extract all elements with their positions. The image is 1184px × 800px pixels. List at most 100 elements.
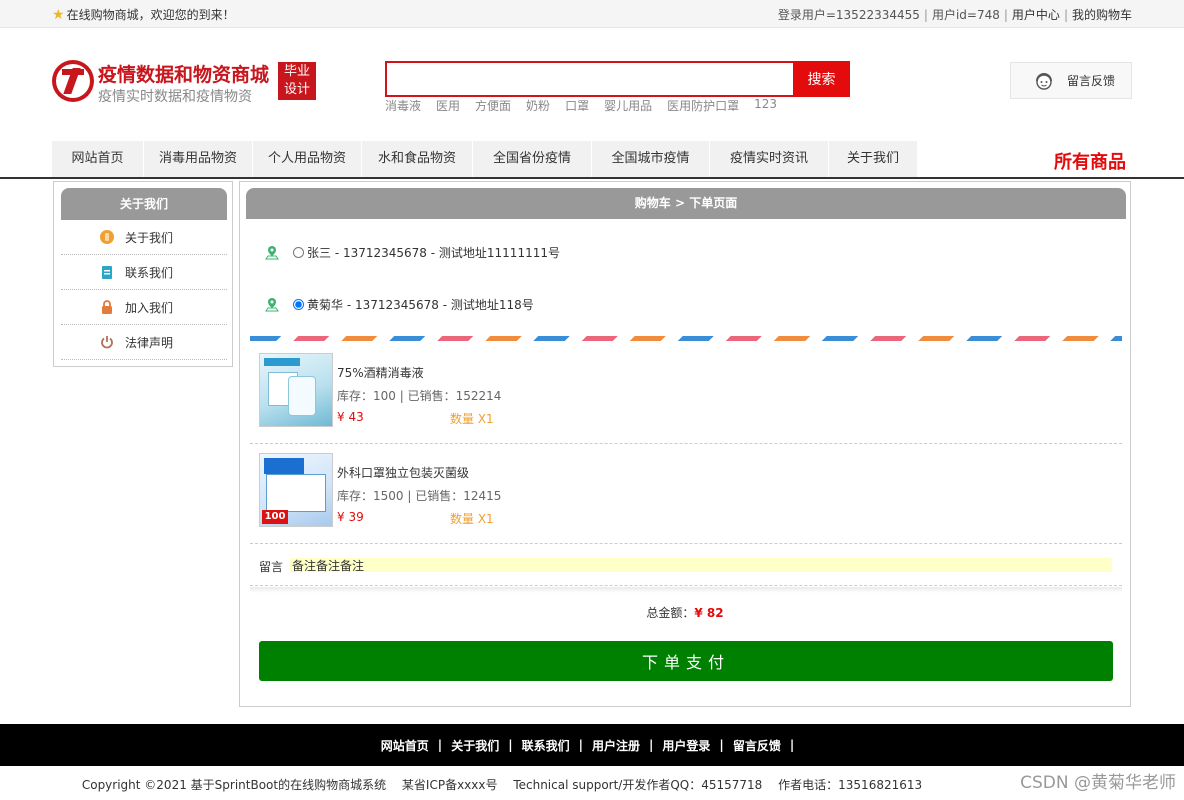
cart-product: 75%酒精消毒液 库存：100 | 已销售：152214 ¥ 43 数量 X1 xyxy=(250,344,1122,444)
logo-subtitle: 疫情实时数据和疫情物资 xyxy=(98,89,252,105)
sidebar-item-legal[interactable]: 法律声明 xyxy=(61,325,227,360)
lock-icon xyxy=(99,299,115,315)
welcome-text: ★ 在线购物商城，欢迎您的到来！ xyxy=(52,6,235,23)
phone-text: 作者电话：13516821613 xyxy=(778,778,923,792)
copyright-text: Copyright ©2021 基于SprintBoot的在线购物商城系统 xyxy=(81,778,387,792)
nav-item-home[interactable]: 网站首页 xyxy=(52,141,144,177)
clipboard-icon xyxy=(99,264,115,280)
search-input[interactable] xyxy=(385,61,795,97)
power-icon xyxy=(99,334,115,350)
sidebar-item-label: 联系我们 xyxy=(125,265,174,280)
support-text: Technical support/开发作者QQ：45157718 xyxy=(513,778,763,792)
logo-title: 疫情数据和物资商城 xyxy=(98,64,270,86)
section-shadow xyxy=(250,587,1122,593)
user-center-link[interactable]: 用户中心 xyxy=(1012,8,1060,22)
hotword-link[interactable]: 医用防护口罩 xyxy=(667,97,739,114)
top-bar: ★ 在线购物商城，欢迎您的到来！ 登录用户=13522334455 | 用户id=7… xyxy=(0,0,1184,28)
footer-nav: 网站首页 | 关于我们 | 联系我们 | 用户注册 | 用户登录 | 留言反馈 | xyxy=(0,724,1184,766)
cart-product: 100 外科口罩独立包装灭菌级 库存：1500 | 已销售：12415 ¥ 39… xyxy=(250,444,1122,544)
footer-link[interactable]: 用户登录 xyxy=(662,737,710,754)
hot-keywords: 消毒液 医用 方便面 奶粉 口罩 婴儿用品 医用防护口罩 123 xyxy=(385,97,792,114)
panel-title: 购物车 > 下单页面 xyxy=(246,188,1126,219)
hotword-link[interactable]: 婴儿用品 xyxy=(604,97,652,114)
login-user: 登录用户=13522334455 xyxy=(777,8,920,22)
product-stock: 库存：1500 | 已销售：12415 xyxy=(337,489,502,503)
product-stock: 库存：100 | 已销售：152214 xyxy=(337,389,502,403)
hotword-link[interactable]: 方便面 xyxy=(475,97,511,114)
address-radio[interactable] xyxy=(293,299,304,310)
location-pin-icon xyxy=(265,297,279,311)
hotword-link[interactable]: 123 xyxy=(754,97,777,114)
address-text: 黄菊华 - 13712345678 - 测试地址118号 xyxy=(307,298,534,312)
sidebar-item-contact[interactable]: 联系我们 xyxy=(61,255,227,290)
search-button[interactable]: 搜索 xyxy=(793,61,850,97)
nav-item-water-food[interactable]: 水和食品物资 xyxy=(362,141,473,177)
product-name[interactable]: 75%酒精消毒液 xyxy=(337,364,424,381)
location-pin-icon xyxy=(265,245,279,259)
main-nav: 网站首页 消毒用品物资 个人用品物资 水和食品物资 全国省份疫情 全国城市疫情 … xyxy=(52,141,918,177)
csdn-watermark: CSDN @黄菊华老师 xyxy=(1020,773,1176,793)
nav-item-disinfection[interactable]: 消毒用品物资 xyxy=(144,141,253,177)
site-logo[interactable]: 疫情数据和物资商城 疫情实时数据和疫情物资 毕业 设计 xyxy=(52,60,316,105)
place-order-pay-button[interactable]: 下单支付 xyxy=(259,641,1113,681)
user-links: 登录用户=13522334455 | 用户id=748 | 用户中心 | 我的购物车 xyxy=(777,8,1132,22)
note-input[interactable] xyxy=(290,558,1112,572)
nav-item-about[interactable]: 关于我们 xyxy=(829,141,918,177)
sidebar: 关于我们 关于我们 联系我们 加入我们 法律声明 xyxy=(53,181,233,367)
address-radio[interactable] xyxy=(293,247,304,258)
hotword-link[interactable]: 医用 xyxy=(436,97,460,114)
my-cart-link[interactable]: 我的购物车 xyxy=(1072,8,1132,22)
footer-link[interactable]: 用户注册 xyxy=(592,737,640,754)
nav-item-personal[interactable]: 个人用品物资 xyxy=(253,141,362,177)
sidebar-item-label: 关于我们 xyxy=(125,230,174,245)
address-text: 张三 - 13712345678 - 测试地址11111111号 xyxy=(307,246,560,260)
product-quantity: 数量 X1 xyxy=(450,512,494,526)
sidebar-item-about[interactable]: 关于我们 xyxy=(61,220,227,255)
nav-divider xyxy=(0,177,1184,179)
product-image[interactable]: 100 xyxy=(259,453,333,527)
envelope-stripe-divider xyxy=(250,336,1122,341)
sidebar-item-label: 法律声明 xyxy=(125,335,174,350)
nav-item-news[interactable]: 疫情实时资讯 xyxy=(710,141,829,177)
total-amount: ¥ 82 xyxy=(694,606,724,620)
sidebar-item-label: 加入我们 xyxy=(125,300,174,315)
all-goods-link[interactable]: 所有商品 xyxy=(1054,148,1126,174)
footer-link[interactable]: 关于我们 xyxy=(451,737,499,754)
hotword-link[interactable]: 消毒液 xyxy=(385,97,421,114)
total-label: 总金额： xyxy=(646,606,695,620)
sidebar-title: 关于我们 xyxy=(61,188,227,220)
address-option[interactable]: 张三 - 13712345678 - 测试地址11111111号 xyxy=(264,244,560,261)
product-name[interactable]: 外科口罩独立包装灭菌级 xyxy=(337,464,469,481)
note-label: 留言 xyxy=(259,560,284,574)
badge-line-1: 毕业 xyxy=(283,64,310,79)
footer-link[interactable]: 网站首页 xyxy=(381,737,429,754)
info-icon xyxy=(99,229,115,245)
welcome-label: 在线购物商城，欢迎您的到来！ xyxy=(66,8,235,22)
hotword-link[interactable]: 口罩 xyxy=(565,97,589,114)
feedback-label: 留言反馈 xyxy=(1067,74,1116,88)
feedback-button[interactable]: 留言反馈 xyxy=(1010,62,1132,99)
order-note: 留言 xyxy=(250,544,1122,586)
graduation-badge: 毕业 设计 xyxy=(278,62,316,100)
product-price: ¥ 39 xyxy=(337,510,364,524)
nav-item-city[interactable]: 全国城市疫情 xyxy=(592,141,710,177)
sidebar-item-join[interactable]: 加入我们 xyxy=(61,290,227,325)
search-box: 搜索 xyxy=(385,61,850,97)
copyright-bar: Copyright ©2021 基于SprintBoot的在线购物商城系统 某省… xyxy=(0,776,1184,793)
order-panel: 购物车 > 下单页面 张三 - 13712345678 - 测试地址111111… xyxy=(239,181,1131,707)
address-option[interactable]: 黄菊华 - 13712345678 - 测试地址118号 xyxy=(264,296,534,313)
product-image[interactable] xyxy=(259,353,333,427)
product-price: ¥ 43 xyxy=(337,410,364,424)
badge-line-2: 设计 xyxy=(283,82,310,97)
order-total: 总金额：¥ 82 xyxy=(240,604,1130,621)
footer-link[interactable]: 留言反馈 xyxy=(733,737,781,754)
footer-link[interactable]: 联系我们 xyxy=(522,737,570,754)
user-id: 用户id=748 xyxy=(931,8,1000,22)
product-quantity: 数量 X1 xyxy=(450,412,494,426)
icp-text: 某省ICP备xxxx号 xyxy=(401,778,498,792)
customer-service-icon xyxy=(1036,72,1052,90)
star-icon: ★ xyxy=(52,6,65,23)
nav-item-province[interactable]: 全国省份疫情 xyxy=(473,141,592,177)
hotword-link[interactable]: 奶粉 xyxy=(526,97,550,114)
logo-icon xyxy=(52,60,94,102)
